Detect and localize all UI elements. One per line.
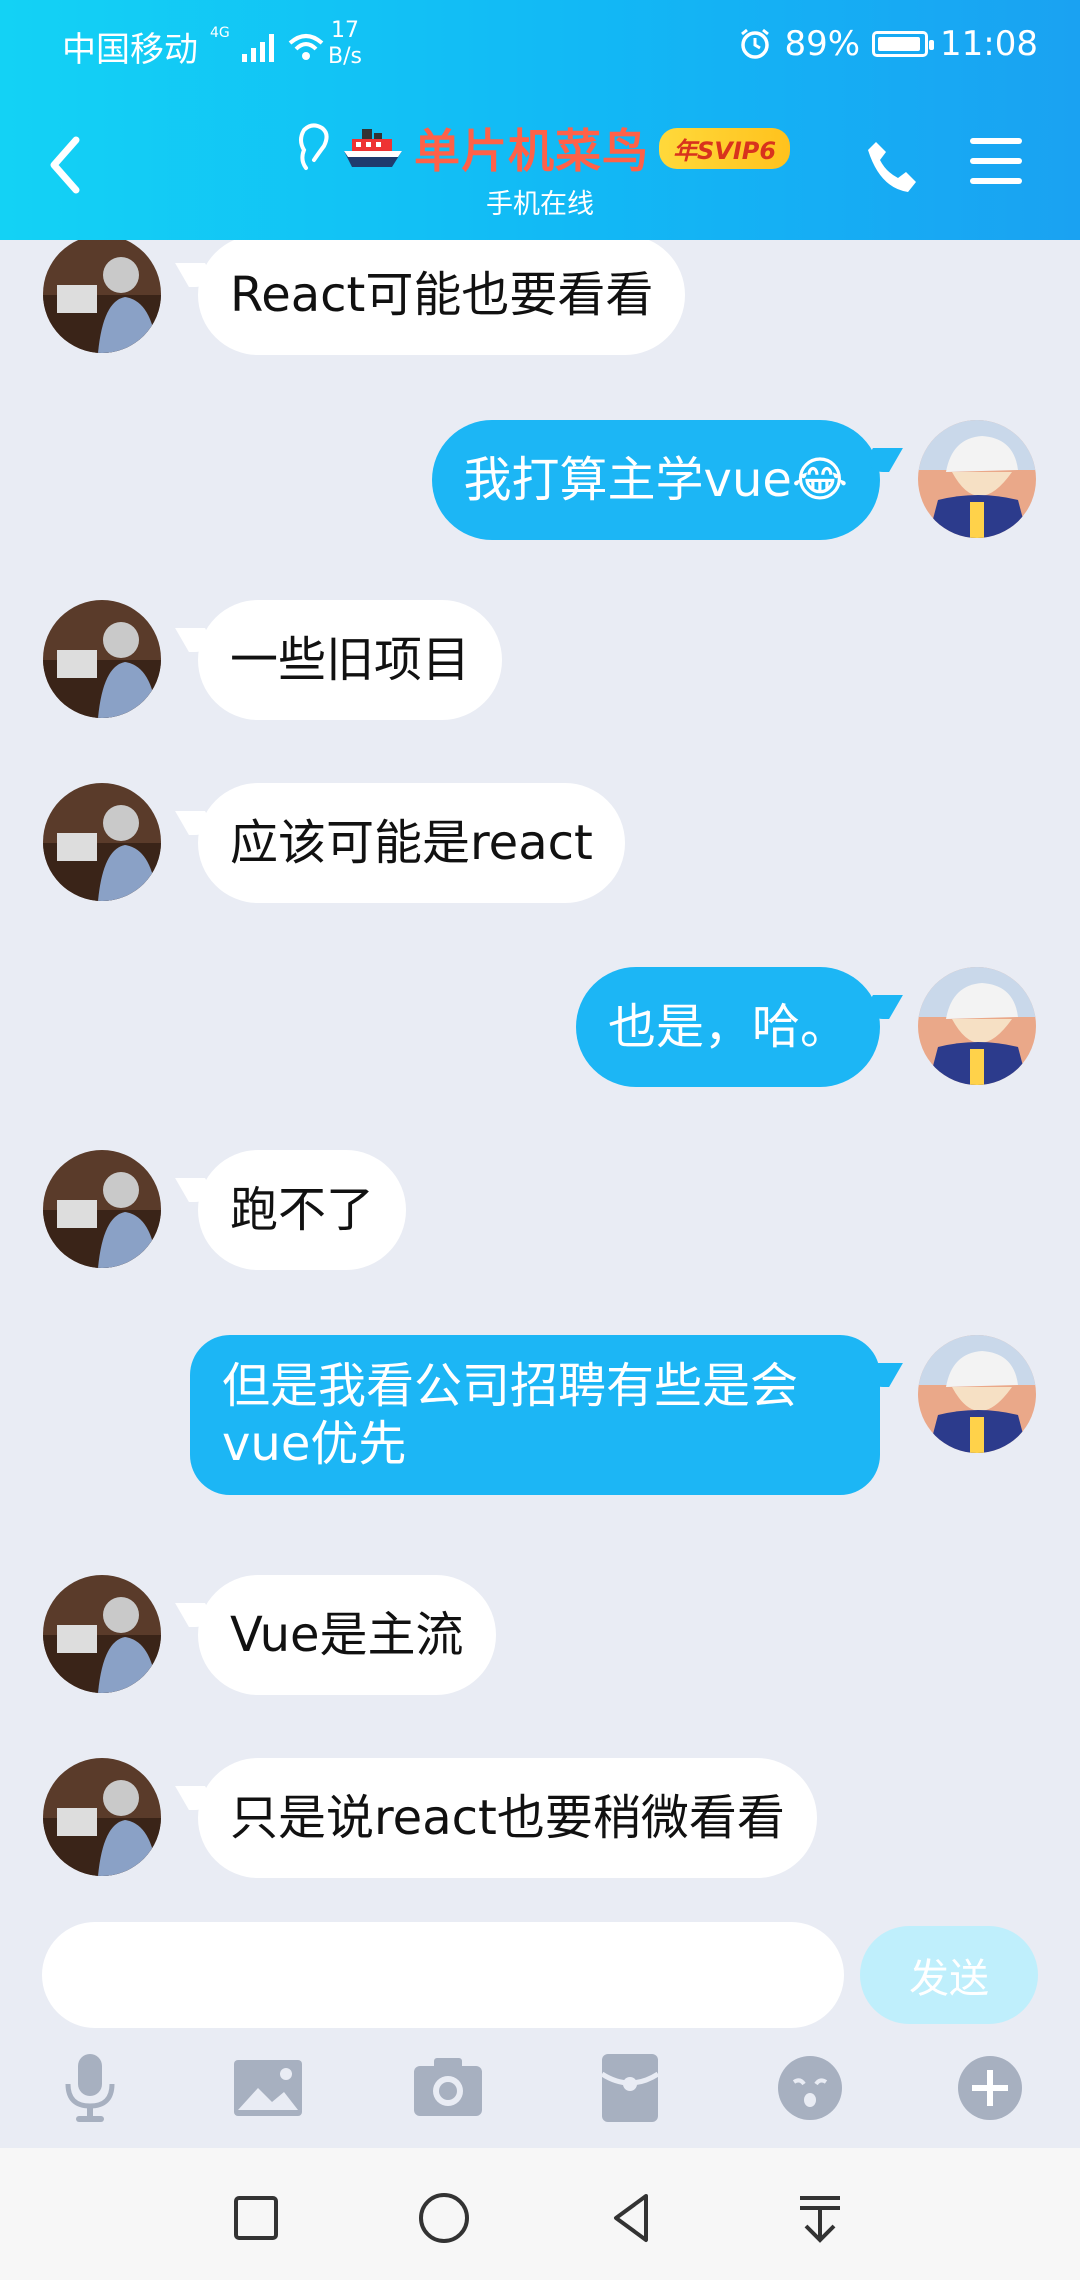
incoming-message-bubble[interactable]: 跑不了 bbox=[198, 1150, 407, 1270]
phone-call-icon[interactable] bbox=[862, 136, 922, 196]
ear-icon bbox=[299, 123, 329, 170]
battery-icon bbox=[872, 31, 935, 57]
user-avatar[interactable] bbox=[918, 967, 1036, 1085]
system-navigation-bar bbox=[0, 2148, 1080, 2280]
signal-icon bbox=[241, 32, 274, 62]
circle-icon[interactable] bbox=[414, 2188, 474, 2248]
battery-percent: 89% bbox=[784, 24, 861, 64]
carrier-label: 中国移动 bbox=[62, 30, 198, 70]
contact-avatar[interactable] bbox=[43, 1575, 161, 1693]
chat-title[interactable]: 单片机菜鸟 年SVIP6 bbox=[296, 116, 791, 180]
download-icon[interactable] bbox=[790, 2188, 850, 2248]
composer: 发送 bbox=[0, 1920, 1080, 2150]
camera-icon[interactable] bbox=[408, 2048, 488, 2128]
incoming-message-bubble[interactable]: 一些旧项目 bbox=[198, 600, 503, 720]
message-input[interactable] bbox=[42, 1922, 844, 2028]
emoji-icon[interactable] bbox=[770, 2048, 850, 2128]
user-avatar[interactable] bbox=[918, 420, 1036, 538]
vip-badge: 年SVIP6 bbox=[659, 127, 791, 169]
send-button[interactable]: 发送 bbox=[860, 1926, 1038, 2024]
contact-avatar[interactable] bbox=[43, 783, 161, 901]
microphone-icon[interactable] bbox=[50, 2048, 130, 2128]
incoming-message-bubble[interactable]: 只是说react也要稍微看看 bbox=[198, 1758, 817, 1878]
contact-avatar[interactable] bbox=[43, 1150, 161, 1268]
image-icon[interactable] bbox=[228, 2048, 308, 2128]
contact-avatar[interactable] bbox=[43, 600, 161, 718]
contact-avatar[interactable] bbox=[43, 240, 161, 353]
outgoing-message-bubble[interactable]: 但是我看公司招聘有些是会vue优先 bbox=[190, 1335, 880, 1495]
speed-unit: B/s bbox=[328, 44, 362, 69]
alarm-icon bbox=[741, 28, 770, 59]
contact-avatar[interactable] bbox=[43, 1758, 161, 1876]
composer-toolbar bbox=[0, 2048, 1080, 2148]
incoming-message-bubble[interactable]: 应该可能是react bbox=[198, 783, 625, 903]
incoming-message-bubble[interactable]: Vue是主流 bbox=[198, 1575, 496, 1695]
chat-header: 中国移动 4G 17 B/s 89% 11:08 单片机菜鸟 年SVIP6 手机… bbox=[0, 0, 1080, 240]
network-speed: 17 B/s bbox=[328, 18, 362, 70]
square-icon[interactable] bbox=[226, 2188, 286, 2248]
wifi-icon bbox=[288, 33, 324, 60]
triangle-back-icon[interactable] bbox=[602, 2188, 662, 2248]
ship-icon bbox=[344, 129, 402, 167]
outgoing-message-bubble[interactable]: 也是，哈。 bbox=[575, 967, 880, 1087]
network-label: 4G bbox=[210, 24, 230, 41]
plus-icon[interactable] bbox=[950, 2048, 1030, 2128]
user-avatar[interactable] bbox=[918, 1335, 1036, 1453]
clock: 11:08 bbox=[940, 24, 1038, 64]
red-packet-icon[interactable] bbox=[590, 2048, 670, 2128]
menu-icon[interactable] bbox=[970, 138, 1022, 186]
contact-name: 单片机菜鸟 bbox=[414, 124, 649, 178]
message-list[interactable]: React可能也要看看 我打算主学vue😂 一些旧项目 应该可能是react 也… bbox=[0, 240, 1080, 1920]
incoming-message-bubble[interactable]: React可能也要看看 bbox=[198, 240, 686, 355]
status-bar-left: 中国移动 4G bbox=[62, 22, 326, 71]
status-bar-right: 89% 11:08 bbox=[738, 24, 1038, 64]
outgoing-message-bubble[interactable]: 我打算主学vue😂 bbox=[431, 420, 880, 540]
speed-value: 17 bbox=[330, 18, 359, 43]
